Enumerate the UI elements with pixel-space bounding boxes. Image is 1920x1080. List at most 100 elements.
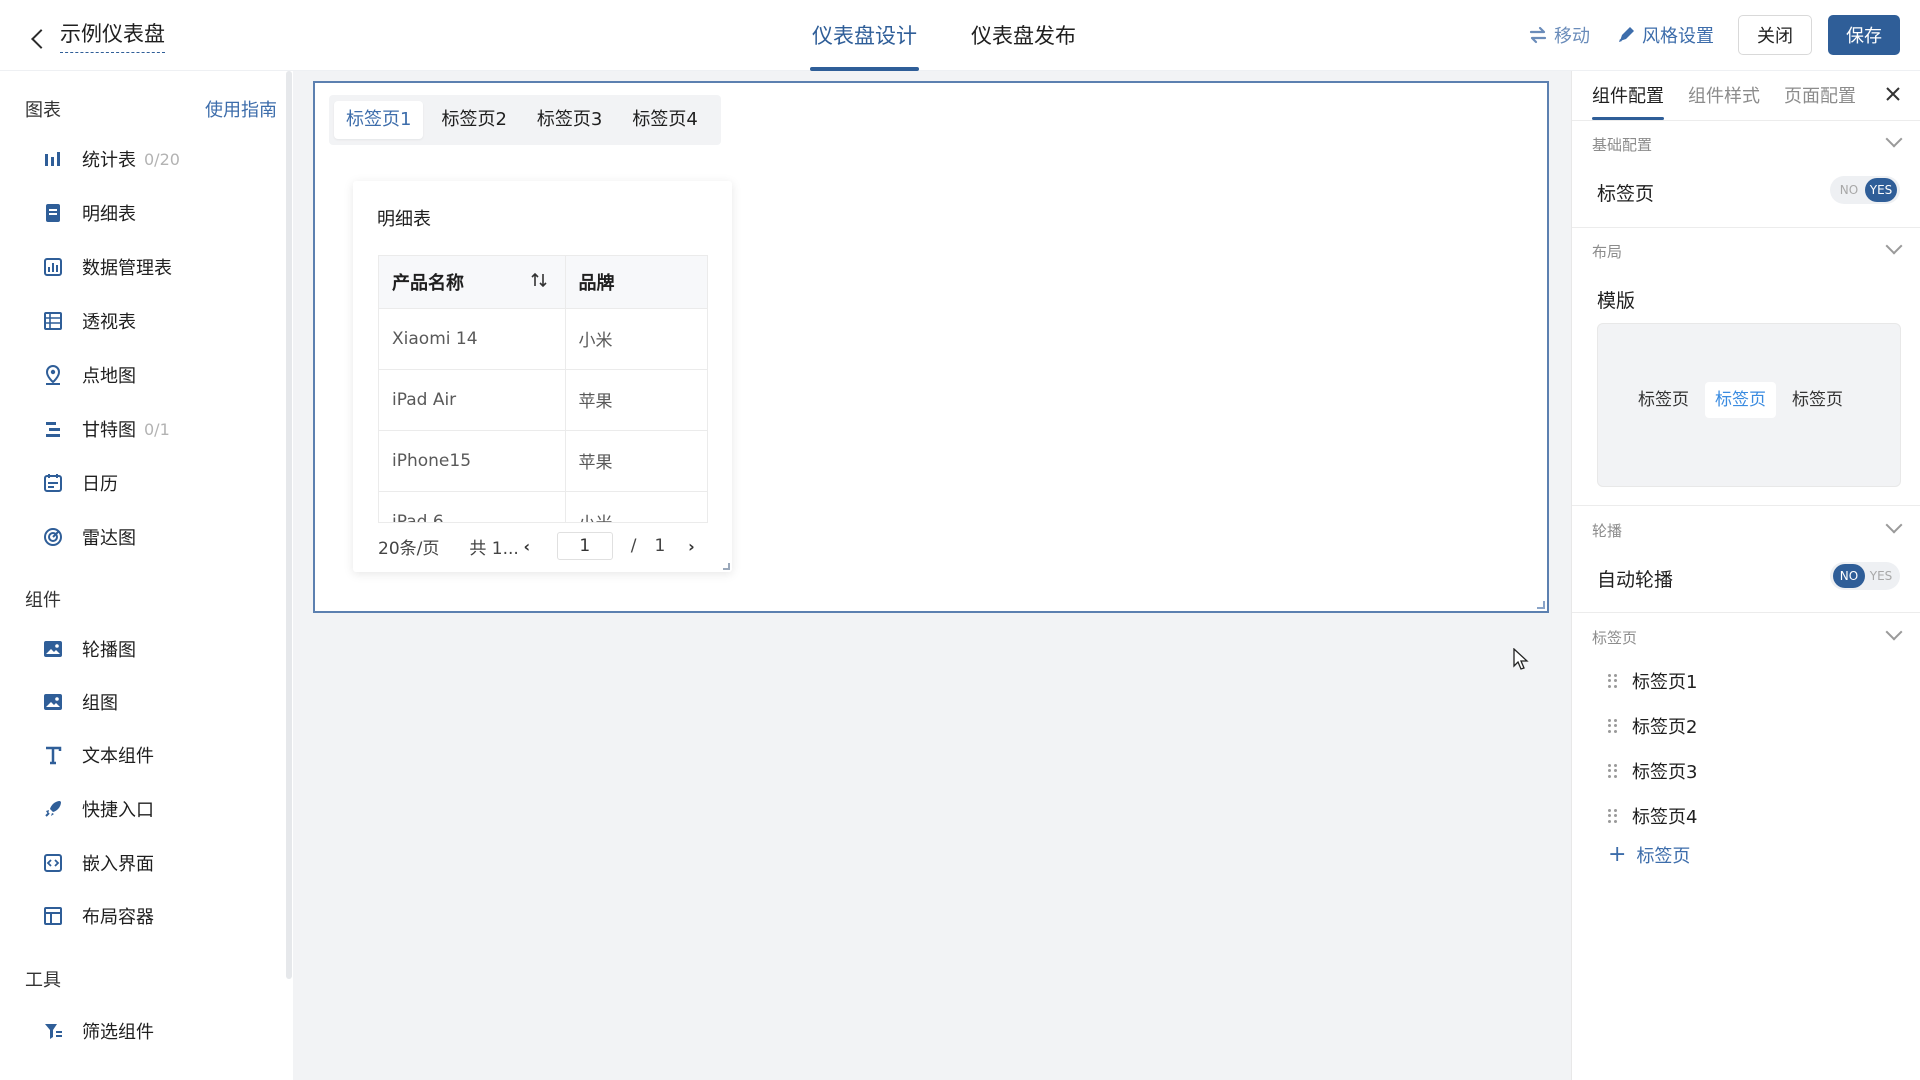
sidebar-item-label: 雷达图 bbox=[82, 528, 136, 549]
chevron-down-icon[interactable] bbox=[1885, 130, 1903, 148]
detail-table-card[interactable]: 明细表 产品名称 品牌 Xiaomi 14 小米 iPad Air 苹果 iPh… bbox=[353, 181, 732, 572]
sidebar-item-shortcut[interactable]: 快捷入口 bbox=[40, 789, 270, 829]
sidebar-item-embed[interactable]: 嵌入界面 bbox=[40, 843, 270, 883]
add-tab-label: 标签页 bbox=[1636, 846, 1691, 867]
divider bbox=[1572, 227, 1920, 228]
column-header-product[interactable]: 产品名称 bbox=[379, 256, 566, 309]
resize-handle[interactable] bbox=[723, 563, 730, 570]
table-cell: iPad Air bbox=[379, 369, 566, 431]
top-bar: 示例仪表盘 仪表盘设计 仪表盘发布 移动 风格设置 关闭 保存 bbox=[0, 0, 1920, 71]
item-count: 0/1 bbox=[144, 419, 170, 439]
sidebar-item-layout-container[interactable]: 布局容器 bbox=[40, 896, 270, 936]
move-label: 移动 bbox=[1554, 26, 1590, 47]
sidebar-item-carousel[interactable]: 轮播图 bbox=[40, 629, 270, 669]
save-button[interactable]: 保存 bbox=[1828, 15, 1900, 55]
widget-tab-1[interactable]: 标签页1 bbox=[334, 101, 424, 139]
tab-list-label[interactable]: 标签页3 bbox=[1632, 758, 1697, 784]
drag-handle-icon[interactable] bbox=[1608, 674, 1618, 688]
sidebar-item-detail-table[interactable]: 明细表 bbox=[40, 193, 270, 233]
table-cell: iPad 6 bbox=[379, 491, 566, 522]
auto-carousel-toggle[interactable]: NO YES bbox=[1830, 562, 1900, 590]
tab-list-item[interactable]: 标签页4 bbox=[1608, 801, 1697, 831]
tab-list-item[interactable]: 标签页3 bbox=[1608, 756, 1697, 786]
page-size-select[interactable]: 20条/页 bbox=[378, 534, 439, 559]
components-heading: 组件 bbox=[25, 590, 61, 611]
close-icon[interactable] bbox=[1884, 85, 1902, 103]
sidebar-item-label: 组图 bbox=[82, 693, 118, 714]
sidebar-item-radar[interactable]: 雷达图 bbox=[40, 517, 270, 557]
tab-list-item[interactable]: 标签页1 bbox=[1608, 666, 1697, 696]
sidebar-item-text[interactable]: 文本组件 bbox=[40, 735, 270, 775]
add-tab-button[interactable]: + 标签页 bbox=[1608, 842, 1690, 868]
tab-list-label[interactable]: 标签页4 bbox=[1632, 803, 1697, 829]
tab-page-config[interactable]: 页面配置 bbox=[1784, 71, 1856, 120]
tab-list-label[interactable]: 标签页1 bbox=[1632, 668, 1697, 694]
mouse-cursor-icon bbox=[1513, 648, 1529, 670]
toggle-no: NO bbox=[1839, 183, 1859, 197]
map-pin-icon bbox=[40, 362, 66, 388]
prev-page-icon[interactable]: ‹ bbox=[519, 537, 535, 556]
tab-list-label[interactable]: 标签页2 bbox=[1632, 713, 1697, 739]
table-row[interactable]: Xiaomi 14 小米 bbox=[379, 308, 707, 370]
widget-tab-4[interactable]: 标签页4 bbox=[620, 101, 709, 139]
widget-tab-3[interactable]: 标签页3 bbox=[525, 101, 614, 139]
move-button[interactable]: 移动 bbox=[1528, 22, 1590, 48]
guide-link[interactable]: 使用指南 bbox=[205, 96, 277, 122]
template-label: 模版 bbox=[1597, 290, 1636, 312]
gantt-icon bbox=[40, 416, 66, 442]
back-button[interactable]: 示例仪表盘 bbox=[30, 18, 165, 53]
table-row[interactable]: iPad Air 苹果 bbox=[379, 369, 707, 431]
column-header-brand[interactable]: 品牌 bbox=[565, 256, 707, 309]
sidebar-scrollbar[interactable] bbox=[286, 71, 292, 979]
sort-icon[interactable] bbox=[530, 271, 548, 289]
sidebar-item-image-group[interactable]: 组图 bbox=[40, 682, 270, 722]
template-tab-active: 标签页 bbox=[1705, 382, 1776, 418]
sidebar-item-calendar[interactable]: 日历 bbox=[40, 463, 270, 503]
chevron-down-icon[interactable] bbox=[1885, 237, 1903, 255]
sidebar-item-data-table[interactable]: 数据管理表 bbox=[40, 247, 270, 287]
close-button[interactable]: 关闭 bbox=[1738, 15, 1812, 55]
table-row[interactable]: iPad 6 小米 bbox=[379, 491, 707, 522]
drag-handle-icon[interactable] bbox=[1608, 764, 1618, 778]
template-tab: 标签页 bbox=[1638, 390, 1689, 410]
tab-page-label: 标签页 bbox=[1597, 183, 1655, 205]
embed-code-icon bbox=[40, 850, 66, 876]
tab-dashboard-publish[interactable]: 仪表盘发布 bbox=[969, 0, 1078, 71]
sidebar-item-filter[interactable]: 筛选组件 bbox=[40, 1011, 270, 1051]
next-page-icon[interactable]: › bbox=[683, 537, 699, 556]
resize-handle[interactable] bbox=[1537, 601, 1545, 609]
rocket-icon bbox=[40, 796, 66, 822]
sidebar-item-stat-table[interactable]: 统计表 0/20 bbox=[40, 139, 270, 179]
layout-icon bbox=[40, 903, 66, 929]
template-preview[interactable]: 标签页 标签页 标签页 bbox=[1597, 323, 1901, 487]
tab-list-item[interactable]: 标签页2 bbox=[1608, 711, 1697, 741]
total-pages: 1 bbox=[654, 536, 666, 556]
style-settings-button[interactable]: 风格设置 bbox=[1616, 22, 1714, 48]
toggle-yes: YES bbox=[1865, 178, 1897, 202]
page-separator: / bbox=[630, 536, 637, 556]
drag-handle-icon[interactable] bbox=[1608, 719, 1618, 733]
drag-handle-icon[interactable] bbox=[1608, 809, 1618, 823]
pen-icon bbox=[1619, 27, 1634, 42]
sidebar-item-point-map[interactable]: 点地图 bbox=[40, 355, 270, 395]
sidebar-item-label: 甘特图 bbox=[82, 420, 136, 441]
widget-tab-2[interactable]: 标签页2 bbox=[429, 101, 518, 139]
divider bbox=[1572, 612, 1920, 613]
sidebar-item-gantt[interactable]: 甘特图 0/1 bbox=[40, 409, 270, 449]
tools-heading: 工具 bbox=[25, 970, 61, 991]
tab-dashboard-design[interactable]: 仪表盘设计 bbox=[810, 0, 919, 71]
tab-container-widget[interactable]: 标签页1 标签页2 标签页3 标签页4 明细表 产品名称 品牌 Xiaomi 1… bbox=[313, 81, 1549, 613]
page-number-input[interactable]: 1 bbox=[556, 532, 613, 560]
design-canvas[interactable]: 标签页1 标签页2 标签页3 标签页4 明细表 产品名称 品牌 Xiaomi 1… bbox=[293, 71, 1571, 1080]
bar-chart-icon bbox=[40, 146, 66, 172]
dashboard-title[interactable]: 示例仪表盘 bbox=[60, 18, 165, 53]
sidebar-item-pivot-table[interactable]: 透视表 bbox=[40, 301, 270, 341]
tab-component-config[interactable]: 组件配置 bbox=[1592, 71, 1664, 120]
tab-component-style[interactable]: 组件样式 bbox=[1688, 71, 1760, 120]
tab-page-toggle[interactable]: NO YES bbox=[1830, 176, 1900, 204]
chevron-down-icon[interactable] bbox=[1885, 623, 1903, 641]
table-header-row: 产品名称 品牌 bbox=[379, 256, 707, 309]
table-row[interactable]: iPhone15 苹果 bbox=[379, 430, 707, 492]
chevron-down-icon[interactable] bbox=[1885, 516, 1903, 534]
table-cell: iPhone15 bbox=[379, 430, 566, 492]
